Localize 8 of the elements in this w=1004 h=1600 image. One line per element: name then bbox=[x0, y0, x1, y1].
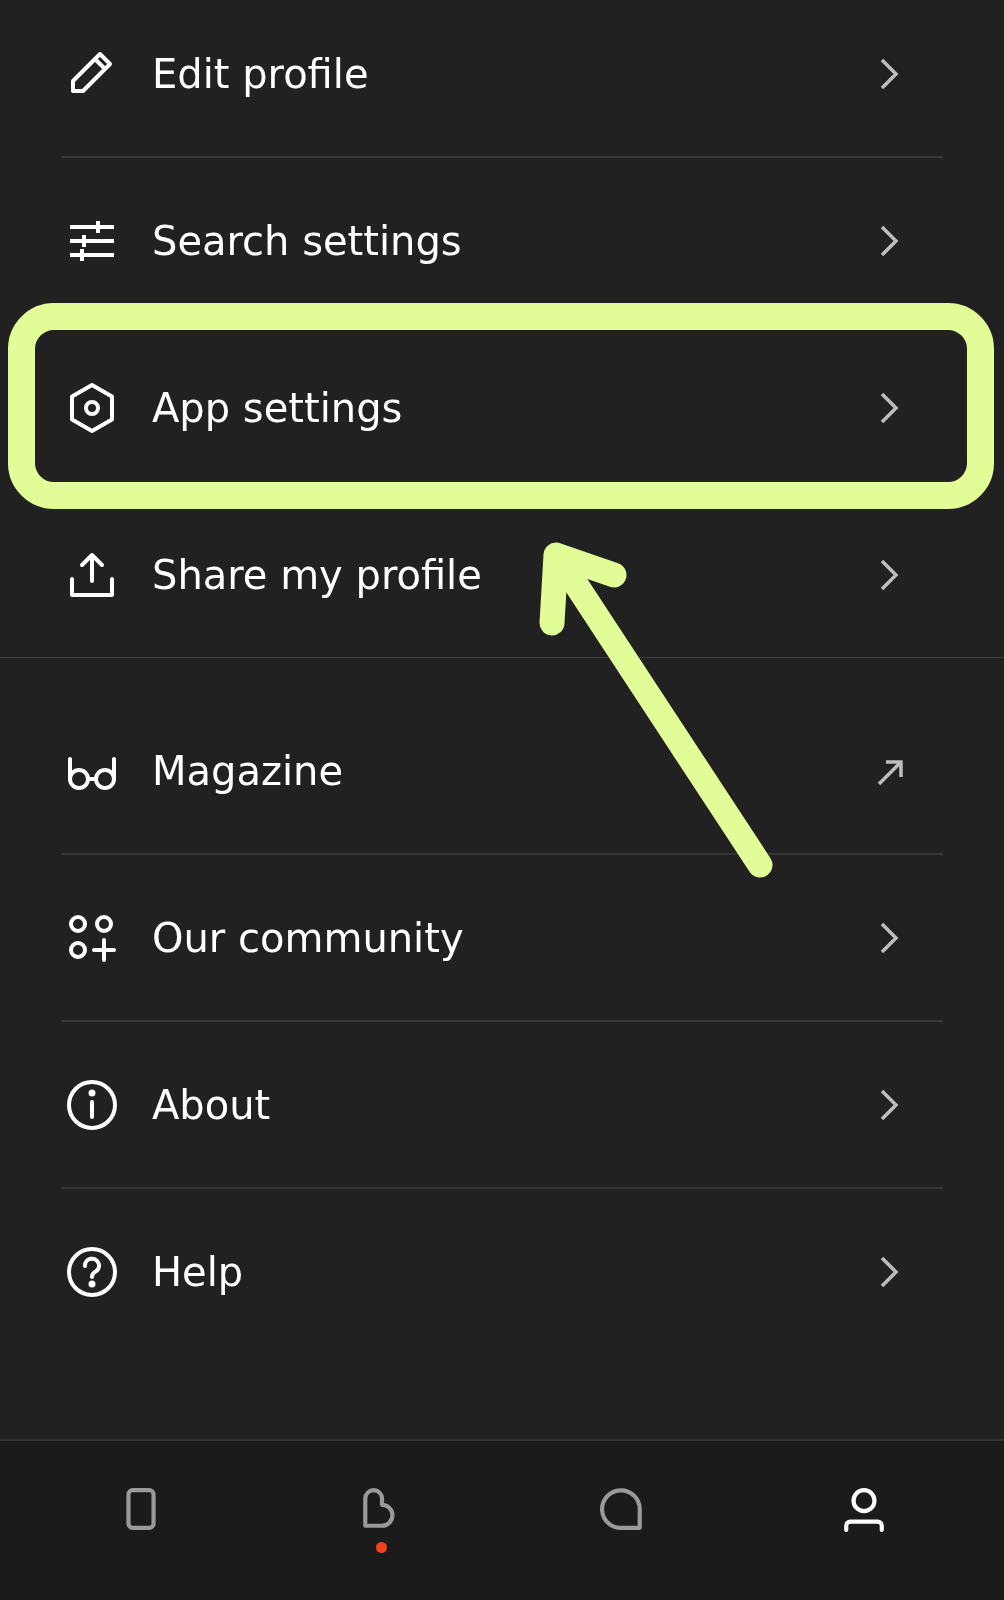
menu-item[interactable]: App settings bbox=[0, 325, 1004, 490]
menu-item[interactable]: Magazine bbox=[0, 688, 1004, 853]
menu-item[interactable]: Search settings bbox=[0, 158, 1004, 323]
menu-item[interactable]: Our community bbox=[0, 855, 1004, 1020]
menu-item[interactable]: Edit profile bbox=[0, 0, 1004, 156]
menu-item[interactable]: About bbox=[0, 1022, 1004, 1187]
menu-item[interactable]: Share my profile bbox=[0, 492, 1004, 657]
menu-item[interactable]: Help bbox=[0, 1189, 1004, 1354]
